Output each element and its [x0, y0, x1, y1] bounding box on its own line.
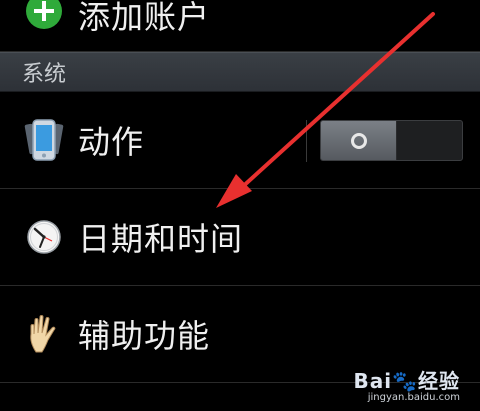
section-title: 系统 — [22, 62, 67, 87]
add-icon-wrap — [22, 0, 66, 48]
motion-label: 动作 — [78, 123, 145, 161]
clock-icon-wrap — [22, 215, 66, 259]
toggle-knob[interactable] — [321, 121, 397, 160]
motion-icon-wrap — [22, 118, 66, 162]
date-time-label: 日期和时间 — [78, 220, 244, 258]
add-account-row[interactable]: 添加账户 — [0, 0, 480, 52]
section-header-system: 系统 — [0, 52, 480, 92]
paw-icon: 🐾 — [392, 369, 418, 393]
toggle-off-indicator — [350, 132, 367, 149]
motion-toggle[interactable] — [320, 120, 463, 161]
clock-icon — [27, 220, 61, 254]
add-account-label: 添加账户 — [78, 0, 211, 36]
watermark-logo: Bai🐾经验 — [353, 365, 460, 394]
watermark-url: jingyan.baidu.com — [367, 392, 460, 403]
baidu-watermark: Bai🐾经验 jingyan.baidu.com — [353, 365, 460, 403]
settings-item-date-time[interactable]: 日期和时间 — [0, 189, 480, 286]
watermark-logo-text: Bai — [353, 369, 393, 393]
accessibility-label: 辅助功能 — [78, 317, 211, 355]
phone-motion-icon — [24, 119, 64, 161]
hand-icon — [30, 315, 56, 353]
watermark-logo-suffix: 经验 — [418, 369, 460, 393]
toggle-divider — [306, 120, 307, 162]
hand-icon-wrap — [22, 312, 66, 356]
add-icon — [26, 0, 62, 29]
